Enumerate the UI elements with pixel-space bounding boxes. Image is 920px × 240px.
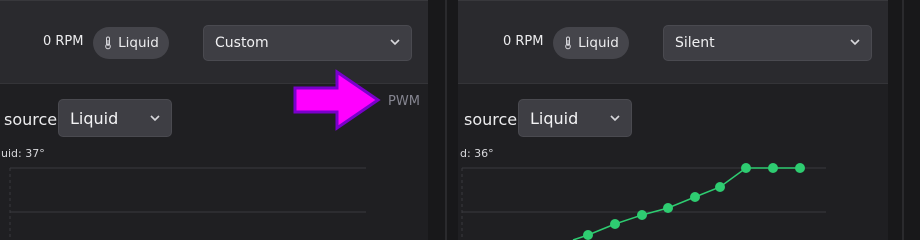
sensor-chip-label: Liquid [578, 35, 619, 51]
fan-curve-line [572, 167, 800, 240]
fan-curve-chart[interactable] [0, 160, 428, 240]
source-select[interactable]: Liquid [518, 99, 632, 137]
rpm-readout: 0 RPM [503, 34, 544, 49]
panel-divider [445, 0, 447, 240]
profile-select[interactable]: Silent [663, 25, 872, 61]
fan-curve-chart[interactable] [458, 160, 888, 240]
source-label: source: [4, 110, 63, 129]
source-select-value: Liquid [70, 108, 119, 128]
curve-point[interactable] [583, 230, 593, 240]
window-edge [888, 0, 920, 240]
chevron-down-icon [390, 39, 400, 46]
thermometer-icon [565, 36, 571, 50]
source-label: source: [464, 110, 523, 129]
chevron-down-icon [610, 115, 620, 122]
profile-select[interactable]: Custom [203, 25, 412, 61]
rpm-readout: 0 RPM [43, 34, 84, 49]
chevron-down-icon [150, 115, 160, 122]
profile-select-value: Silent [675, 35, 715, 51]
profile-select-value: Custom [215, 35, 269, 51]
window-edge-divider [902, 0, 904, 240]
source-select[interactable]: Liquid [58, 99, 172, 137]
temperature-readout: d: 36° [460, 147, 494, 160]
curve-point[interactable] [741, 163, 751, 173]
arrow-right-icon [293, 69, 381, 131]
chart-axis-label: PWM [388, 94, 420, 109]
thermometer-icon [105, 36, 111, 50]
chevron-down-icon [850, 39, 860, 46]
sensor-chip[interactable]: Liquid [93, 27, 169, 59]
curve-point[interactable] [690, 192, 700, 202]
source-select-value: Liquid [530, 108, 579, 128]
fan-header-right: 0 RPM Liquid Silent [458, 0, 888, 84]
curve-point[interactable] [663, 203, 673, 213]
curve-point[interactable] [795, 163, 805, 173]
temperature-readout: uid: 37° [1, 147, 45, 160]
fan-panel-right: 0 RPM Liquid Silent source: Liquid d: 36… [458, 0, 888, 240]
curve-point[interactable] [768, 163, 778, 173]
curve-point[interactable] [715, 182, 725, 192]
sensor-chip-label: Liquid [118, 35, 159, 51]
panel-gutter [428, 0, 458, 240]
sensor-chip[interactable]: Liquid [553, 27, 629, 59]
curve-point[interactable] [610, 219, 620, 229]
curve-point[interactable] [637, 210, 647, 220]
